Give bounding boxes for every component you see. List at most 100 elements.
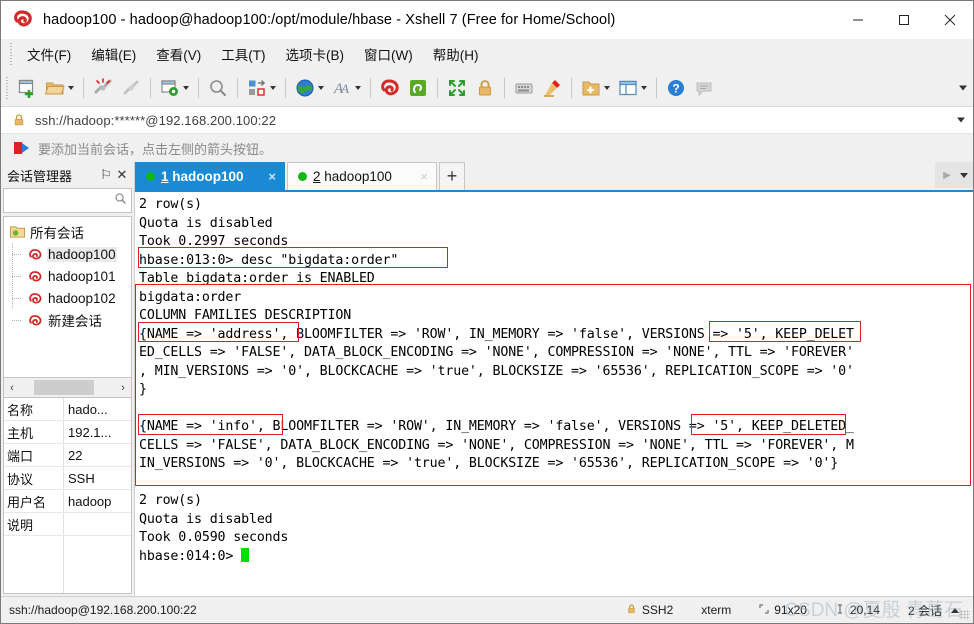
chevron-down-icon[interactable] xyxy=(68,85,74,90)
tab-2-hadoop100[interactable]: 2 hadoop100 × xyxy=(287,162,437,190)
session-icon xyxy=(26,312,44,328)
close-icon[interactable]: ✕ xyxy=(114,166,130,184)
chevron-down-icon[interactable] xyxy=(183,85,189,90)
resize-grip[interactable] xyxy=(960,610,970,620)
find-button[interactable] xyxy=(204,73,232,103)
terminal-line: IN_VERSIONS => '0', BLOCKCACHE => 'true'… xyxy=(139,456,839,471)
property-key: 名称 xyxy=(4,398,64,420)
toolbar-separator xyxy=(571,77,572,98)
property-value: hadoop xyxy=(68,493,112,509)
session-search-input[interactable] xyxy=(3,188,132,213)
new-tab-button[interactable]: + xyxy=(439,162,465,190)
status-sessions-label: 2 会话 xyxy=(907,603,942,618)
disconnect-button[interactable] xyxy=(89,73,117,103)
toolbar-gripper[interactable] xyxy=(5,76,10,99)
web-browser-icon xyxy=(293,76,317,100)
terminal-line: Quota is disabled xyxy=(139,511,273,527)
status-connection: ssh://hadoop@192.168.200.100:22 xyxy=(9,603,197,617)
session-item-hadoop101[interactable]: hadoop101 xyxy=(4,265,131,287)
chevron-down-icon[interactable] xyxy=(318,85,324,90)
pin-icon[interactable]: ⚐ xyxy=(98,166,114,184)
session-tree-hscrollbar[interactable]: ‹ › xyxy=(3,377,132,398)
session-item-hadoop100[interactable]: hadoop100 xyxy=(4,243,131,265)
property-value: SSH xyxy=(68,470,95,486)
session-item-hadoop102[interactable]: hadoop102 xyxy=(4,287,131,309)
highlight-button[interactable] xyxy=(538,73,566,103)
chevron-down-icon[interactable] xyxy=(604,85,610,90)
menu-file[interactable]: 文件(F) xyxy=(17,40,81,68)
tree-guide-dash xyxy=(12,276,22,277)
xftp-button[interactable] xyxy=(404,73,432,103)
reconnect-button[interactable] xyxy=(117,73,145,103)
maximize-button[interactable] xyxy=(881,1,927,39)
font-button[interactable]: A A xyxy=(328,73,365,103)
address-bar[interactable]: ssh://hadoop:******@192.168.200.100:22 xyxy=(1,107,973,134)
terminal-line: COLUMN FAMILIES DESCRIPTION xyxy=(139,308,352,323)
session-label: hadoop102 xyxy=(48,290,116,306)
scroll-right-icon[interactable]: › xyxy=(115,378,131,397)
menu-view[interactable]: 查看(V) xyxy=(146,40,211,68)
menu-tabs[interactable]: 选项卡(B) xyxy=(276,40,355,68)
address-input[interactable]: ssh://hadoop:******@192.168.200.100:22 xyxy=(35,113,276,128)
xshell-button[interactable] xyxy=(376,73,404,103)
chevron-up-icon[interactable] xyxy=(951,607,959,613)
tree-guide-dash xyxy=(12,254,22,255)
terminal-line: ED_CELLS => 'FALSE', DATA_BLOCK_ENCODING… xyxy=(139,345,854,360)
close-button[interactable] xyxy=(927,1,973,39)
chat-button[interactable] xyxy=(690,73,718,103)
tab-title: hadoop100 xyxy=(324,169,392,184)
layout-button[interactable] xyxy=(614,73,651,103)
lock-button[interactable] xyxy=(471,73,499,103)
property-key: 主机 xyxy=(4,421,64,443)
tab-number: 1 xyxy=(161,169,169,184)
session-item-new-session[interactable]: 新建会话 xyxy=(4,309,131,331)
session-icon xyxy=(26,290,44,306)
menu-tools[interactable]: 工具(T) xyxy=(211,40,275,68)
transfer-file-button[interactable] xyxy=(243,73,280,103)
help-button[interactable]: ? xyxy=(662,73,690,103)
scrollbar-thumb[interactable] xyxy=(34,380,94,395)
status-bar: ssh://hadoop@192.168.200.100:22 SSH2 xte… xyxy=(1,596,973,623)
chevron-down-icon[interactable] xyxy=(641,85,647,90)
add-folder-button[interactable] xyxy=(577,73,614,103)
address-dropdown-chevron[interactable] xyxy=(957,117,965,123)
property-key: 用户名 xyxy=(4,490,64,512)
keyboard-button[interactable] xyxy=(510,73,538,103)
menu-edit[interactable]: 编辑(E) xyxy=(81,40,146,68)
toolbar-separator xyxy=(370,77,371,98)
terminal-line: } xyxy=(139,382,147,397)
block-cursor xyxy=(241,547,250,562)
tab-list-chevron-icon[interactable] xyxy=(960,172,968,178)
size-icon xyxy=(759,603,769,617)
chevron-down-icon[interactable] xyxy=(270,85,276,90)
tab-scroll-right-icon[interactable]: ▶ xyxy=(940,170,954,181)
tree-root-all-sessions[interactable]: 所有会话 xyxy=(4,221,131,243)
close-icon[interactable]: × xyxy=(420,169,428,184)
toolbar-separator xyxy=(150,77,151,98)
scroll-left-icon[interactable]: ‹ xyxy=(4,378,20,397)
new-session-button[interactable] xyxy=(13,73,41,103)
menu-help[interactable]: 帮助(H) xyxy=(423,40,489,68)
terminal-output[interactable]: 2 row(s) Quota is disabled Took 0.2997 s… xyxy=(135,192,973,596)
svg-text:?: ? xyxy=(672,81,679,95)
close-icon[interactable]: × xyxy=(268,169,276,184)
fullscreen-button[interactable] xyxy=(443,73,471,103)
property-row-description: 说明 xyxy=(4,513,131,536)
toolbar-separator xyxy=(237,77,238,98)
toolbar-overflow-chevron[interactable] xyxy=(959,85,967,90)
toolbar: A A ? xyxy=(1,69,973,107)
lock-icon xyxy=(473,76,497,100)
tab-number: 2 xyxy=(313,169,321,184)
tab-1-hadoop100[interactable]: 1 hadoop100 × xyxy=(135,162,285,190)
status-cursor: 20,14 xyxy=(821,603,894,617)
lock-icon xyxy=(626,603,637,618)
menu-window[interactable]: 窗口(W) xyxy=(354,40,423,68)
toolbar-separator xyxy=(83,77,84,98)
web-browser-button[interactable] xyxy=(291,73,328,103)
chevron-down-icon[interactable] xyxy=(355,85,361,90)
session-label: 新建会话 xyxy=(48,314,102,329)
menu-gripper[interactable] xyxy=(9,43,14,65)
minimize-button[interactable] xyxy=(835,1,881,39)
session-properties-button[interactable] xyxy=(156,73,193,103)
open-session-button[interactable] xyxy=(41,73,78,103)
